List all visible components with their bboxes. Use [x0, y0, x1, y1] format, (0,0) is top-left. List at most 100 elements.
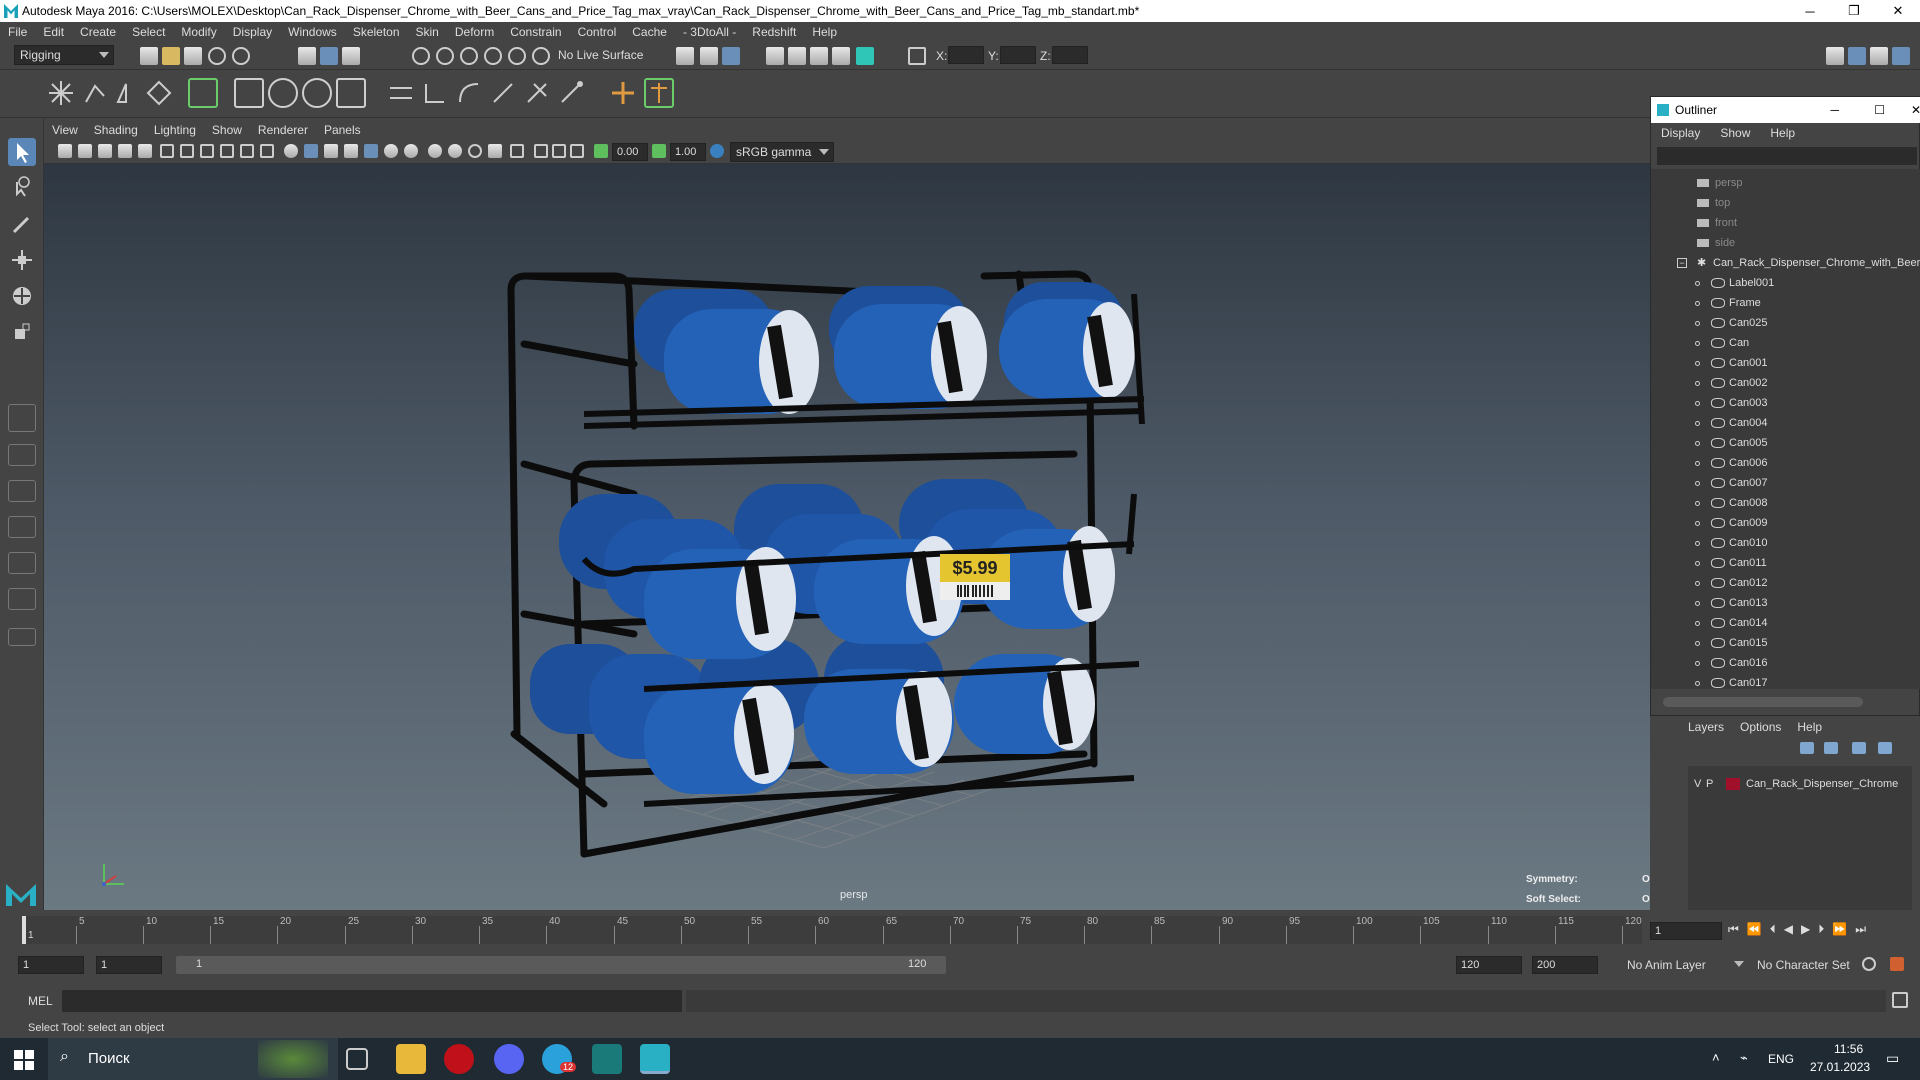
outliner-child[interactable]: Can008: [1651, 493, 1920, 513]
outliner-child[interactable]: Frame: [1651, 293, 1920, 313]
undo-icon[interactable]: [208, 47, 226, 65]
command-language-label[interactable]: MEL: [28, 994, 53, 1008]
layers-menu-options[interactable]: Options: [1732, 720, 1789, 734]
menu-control[interactable]: Control: [570, 25, 625, 39]
x-field[interactable]: [948, 46, 984, 64]
pole-vector-icon[interactable]: [608, 78, 638, 108]
outliner-child[interactable]: Can010: [1651, 533, 1920, 553]
maya-taskbar-icon[interactable]: [640, 1044, 670, 1074]
outliner-item-front[interactable]: front: [1651, 213, 1920, 233]
gamma-icon[interactable]: [652, 144, 666, 158]
panel-menu-panels[interactable]: Panels: [316, 123, 369, 137]
shadows-icon[interactable]: [404, 144, 418, 158]
viewport-persp[interactable]: $5.99 Symmetry: Off Soft Select: Off: [44, 164, 1650, 910]
current-frame-field[interactable]: 1: [1650, 922, 1722, 940]
minimize-button[interactable]: ─: [1788, 0, 1832, 22]
isolate-select-icon[interactable]: [510, 144, 524, 158]
channel-box-icon[interactable]: [1870, 47, 1888, 65]
tray-up-arrow-icon[interactable]: ˄: [1712, 1050, 1720, 1065]
outliner-child[interactable]: Can002: [1651, 373, 1920, 393]
close-button[interactable]: ✕: [1876, 0, 1920, 22]
go-to-start-icon[interactable]: ⏮: [1728, 922, 1739, 937]
smooth-bind-icon[interactable]: [234, 78, 264, 108]
render-view-icon[interactable]: [832, 47, 850, 65]
clock-time[interactable]: 11:56: [1834, 1042, 1863, 1056]
anim-layer-dropdown[interactable]: No Anim Layer: [1622, 955, 1748, 975]
outliner-child[interactable]: Can005: [1651, 433, 1920, 453]
orient-constraint-icon[interactable]: [488, 78, 518, 108]
outliner-child[interactable]: Can012: [1651, 573, 1920, 593]
outliner-child[interactable]: Can011: [1651, 553, 1920, 573]
output-ops-icon[interactable]: [700, 47, 718, 65]
layers-menu-layers[interactable]: Layers: [1680, 720, 1732, 734]
camera-select-icon[interactable]: [58, 144, 72, 158]
outliner-minimize-button[interactable]: ─: [1830, 103, 1839, 117]
outliner-child[interactable]: Can004: [1651, 413, 1920, 433]
outliner-child[interactable]: Can006: [1651, 453, 1920, 473]
construction-history-icon[interactable]: [722, 47, 740, 65]
menu-modify[interactable]: Modify: [173, 25, 224, 39]
anti-aliasing-icon[interactable]: [468, 144, 482, 158]
network-icon[interactable]: ⌁: [1740, 1050, 1748, 1066]
graph-layout-icon[interactable]: [8, 552, 36, 574]
render-frame-icon[interactable]: [788, 47, 806, 65]
layers-menu-help[interactable]: Help: [1789, 720, 1830, 734]
tool-settings-icon[interactable]: [1848, 47, 1866, 65]
gate-mask-icon[interactable]: [220, 144, 234, 158]
camera-attributes-icon[interactable]: [78, 144, 92, 158]
menu-display[interactable]: Display: [225, 25, 280, 39]
notifications-icon[interactable]: ▭: [1886, 1050, 1899, 1067]
go-to-end-icon[interactable]: ⏭: [1855, 922, 1866, 937]
scale-constraint-icon[interactable]: [522, 78, 552, 108]
image-plane-icon[interactable]: [118, 144, 132, 158]
select-component-icon[interactable]: [342, 47, 360, 65]
animation-start-field[interactable]: 1: [18, 956, 84, 974]
single-pane-layout-icon[interactable]: [8, 404, 36, 432]
play-backward-icon[interactable]: ◀: [1784, 922, 1793, 937]
move-layer-up-icon[interactable]: [1800, 742, 1814, 754]
open-scene-icon[interactable]: [162, 47, 180, 65]
mode-dropdown[interactable]: Rigging: [14, 45, 114, 65]
outliner-child[interactable]: Can001: [1651, 353, 1920, 373]
rigid-bind-icon[interactable]: [268, 78, 298, 108]
y-field[interactable]: [1000, 46, 1036, 64]
move-tool-icon[interactable]: [8, 246, 36, 274]
layer-row[interactable]: V P Can_Rack_Dispenser_Chrome: [1688, 774, 1912, 794]
two-pane-layout-icon[interactable]: [8, 480, 36, 502]
menu-deform[interactable]: Deform: [447, 25, 502, 39]
select-object-icon[interactable]: [320, 47, 338, 65]
z-field[interactable]: [1052, 46, 1088, 64]
point-constraint-icon[interactable]: [454, 78, 484, 108]
outliner-item-root[interactable]: − ✱ Can_Rack_Dispenser_Chrome_with_Beer: [1651, 253, 1920, 273]
discord-icon[interactable]: [494, 1044, 524, 1074]
set-driven-key-icon[interactable]: [644, 78, 674, 108]
custom-layout-icon[interactable]: [8, 628, 36, 646]
smooth-shade-icon[interactable]: [304, 144, 318, 158]
select-tool-icon[interactable]: [8, 138, 36, 166]
rotate-tool-icon[interactable]: [8, 282, 36, 310]
redo-icon[interactable]: [232, 47, 250, 65]
attribute-editor-icon[interactable]: [1826, 47, 1844, 65]
menu-3dtoall[interactable]: - 3DtoAll -: [675, 25, 744, 39]
outliner-close-button[interactable]: ✕: [1911, 103, 1920, 117]
layer-color-swatch[interactable]: [1726, 778, 1740, 790]
film-gate-icon[interactable]: [180, 144, 194, 158]
outliner-menu-show[interactable]: Show: [1710, 126, 1760, 140]
motion-blur-icon[interactable]: [448, 144, 462, 158]
play-forward-icon[interactable]: ▶: [1801, 922, 1810, 937]
resolution-gate-icon[interactable]: [200, 144, 214, 158]
outliner-menu-display[interactable]: Display: [1651, 126, 1710, 140]
command-input[interactable]: [62, 990, 682, 1012]
outliner-child[interactable]: Can025: [1651, 313, 1920, 333]
taskbar-search[interactable]: ⌕ Поиск: [48, 1038, 338, 1080]
step-forward-frame-icon[interactable]: ⏵: [1818, 922, 1824, 937]
ik-handle-icon[interactable]: [80, 78, 110, 108]
windows-start-icon[interactable]: [14, 1050, 34, 1070]
render-settings-icon[interactable]: [766, 47, 784, 65]
snap-curve-icon[interactable]: [436, 47, 454, 65]
clock-date[interactable]: 27.01.2023: [1810, 1060, 1870, 1074]
lasso-tool-icon[interactable]: [8, 174, 36, 202]
safe-action-icon[interactable]: [260, 144, 274, 158]
cluster-icon[interactable]: [386, 78, 416, 108]
snap-view-icon[interactable]: [484, 47, 502, 65]
